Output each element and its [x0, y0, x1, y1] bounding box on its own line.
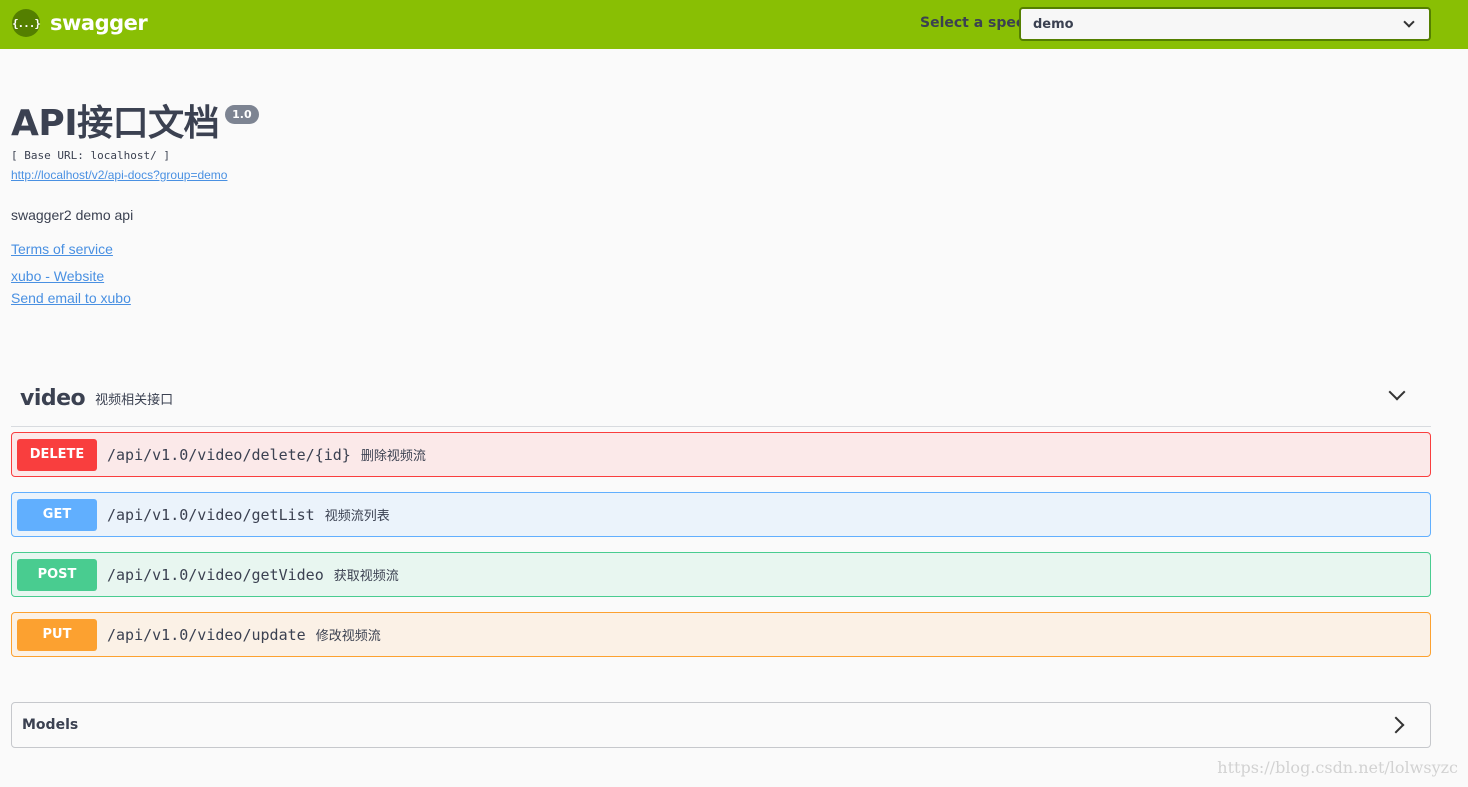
operation-summary: 修改视频流	[315, 628, 381, 643]
models-section[interactable]: Models	[11, 702, 1431, 748]
operation-summary: 删除视频流	[360, 448, 426, 463]
operation-path: /api/v1.0/video/update	[107, 625, 306, 644]
method-badge: POST	[17, 558, 97, 591]
email-link[interactable]: Send email to xubo	[11, 290, 131, 306]
chevron-down-icon	[1403, 16, 1415, 28]
swagger-logo-text: swagger	[50, 11, 148, 35]
select-spec-label: Select a spec	[920, 15, 1025, 31]
chevron-down-icon[interactable]	[1388, 383, 1406, 401]
operation-summary: 视频流列表	[324, 508, 390, 523]
tag-description: 视频相关接口	[95, 391, 174, 407]
api-docs-link[interactable]: http://localhost/v2/api-docs?group=demo	[11, 168, 227, 182]
spec-select-value: demo	[1033, 16, 1074, 32]
spec-select[interactable]: demo	[1019, 7, 1431, 41]
chevron-right-icon[interactable]	[1387, 716, 1405, 734]
models-title: Models	[22, 717, 79, 733]
method-badge: PUT	[17, 618, 97, 651]
operation-post-get-video[interactable]: POST /api/v1.0/video/getVideo 获取视频流	[11, 552, 1431, 597]
operation-path: /api/v1.0/video/getList	[107, 505, 315, 524]
method-badge: GET	[17, 498, 97, 531]
swagger-logo-icon: {...}	[12, 9, 41, 37]
info-section: API接口文档 1.0 [ Base URL: localhost/ ] htt…	[11, 100, 259, 306]
operation-path: /api/v1.0/video/getVideo	[107, 565, 324, 584]
operation-get-list[interactable]: GET /api/v1.0/video/getList 视频流列表	[11, 492, 1431, 537]
operation-delete-video[interactable]: DELETE /api/v1.0/video/delete/{id} 删除视频流	[11, 432, 1431, 477]
page-title: API接口文档	[11, 103, 220, 144]
api-description: swagger2 demo api	[11, 207, 134, 223]
operation-path: /api/v1.0/video/delete/{id}	[107, 445, 351, 464]
tag-video-header[interactable]: video 视频相关接口	[11, 370, 1431, 427]
operation-put-update[interactable]: PUT /api/v1.0/video/update 修改视频流	[11, 612, 1431, 657]
operation-summary: 获取视频流	[333, 568, 399, 583]
topbar: {...} swagger Select a spec demo	[0, 0, 1468, 49]
method-badge: DELETE	[17, 438, 97, 471]
tag-name: video	[20, 385, 86, 411]
base-url: [ Base URL: localhost/ ]	[11, 149, 170, 162]
terms-of-service-link[interactable]: Terms of service	[11, 241, 113, 257]
swagger-logo[interactable]: {...} swagger	[12, 9, 148, 37]
watermark: https://blog.csdn.net/lolwsyzc	[1217, 758, 1458, 777]
version-badge: 1.0	[225, 105, 259, 124]
website-link[interactable]: xubo - Website	[11, 268, 104, 284]
